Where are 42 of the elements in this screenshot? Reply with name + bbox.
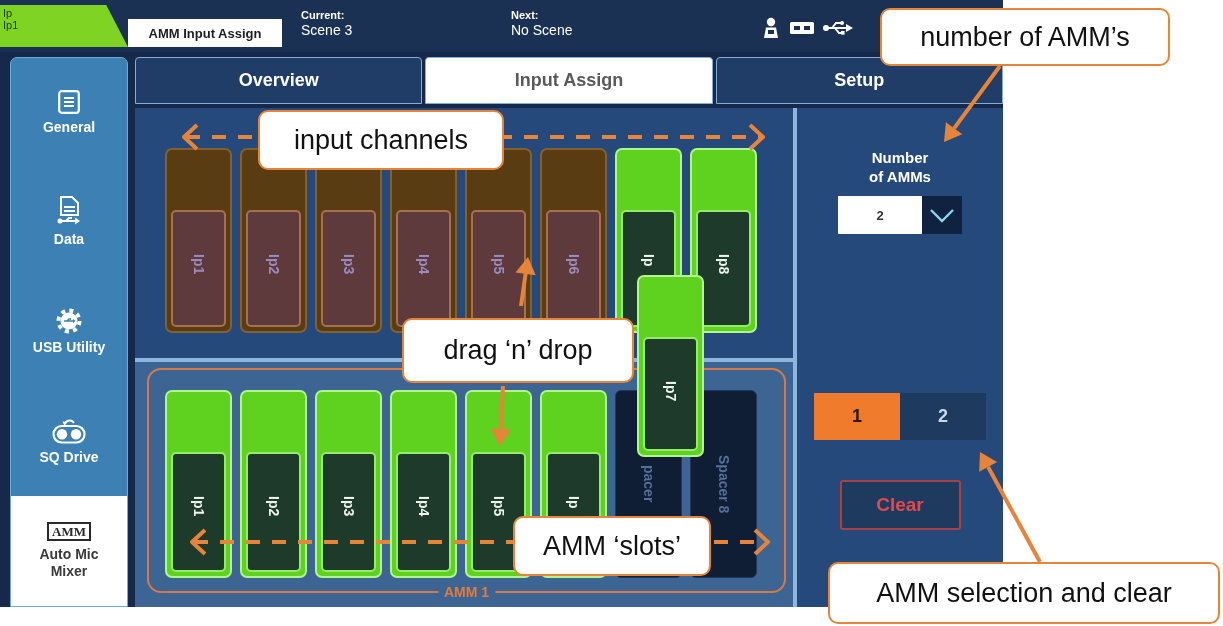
tab[interactable]: Overview (135, 57, 423, 104)
dropdown-button[interactable] (922, 196, 962, 234)
amm-logo: AMM (47, 522, 91, 542)
drives-icon (52, 417, 86, 444)
annotation-tooltip: input channels (258, 110, 504, 170)
channel-type-text: Ip (3, 7, 14, 19)
tab[interactable]: Input Assign (425, 57, 713, 104)
number-select-field[interactable]: 2 (838, 196, 922, 234)
amm-select-button[interactable]: 1 (814, 393, 900, 440)
gear-usb-icon (56, 308, 82, 334)
tape-icon (790, 22, 814, 34)
channel-strip[interactable]: Ip8 (690, 148, 757, 333)
sidebar-item[interactable]: USB Utility (11, 277, 127, 387)
annotation-tooltip: AMM ‘slots’ (513, 516, 711, 576)
annotation-tooltip: AMM selection and clear (828, 562, 1220, 624)
chevron-down-icon (929, 207, 955, 223)
next-label: Next: (511, 9, 539, 22)
screen-title: AMM Input Assign (128, 19, 282, 47)
sidebar-item[interactable]: Data (11, 167, 127, 278)
usb-icon (823, 20, 853, 36)
slot-channel-strip[interactable]: Ip4 (390, 390, 457, 578)
dragged-channel-strip[interactable]: Ip7 (637, 275, 704, 457)
amm-select-button[interactable]: 2 (900, 393, 986, 440)
tab[interactable]: Setup (715, 57, 1003, 104)
number-label: Number of AMMs (868, 148, 932, 186)
document-list-icon (58, 89, 80, 114)
figure-icon (761, 17, 781, 39)
sidebar-item[interactable]: AMM Auto Mic Mixer (11, 496, 127, 606)
annotation-tooltip: drag ‘n’ drop (402, 318, 634, 383)
slot-channel-strip[interactable]: Ip3 (315, 390, 382, 578)
current-scene: Scene 3 (301, 22, 353, 39)
file-usb-icon (57, 196, 81, 227)
annotation-tooltip: number of AMM’s (880, 8, 1170, 66)
leader-arrow (515, 257, 536, 307)
leader-arrow (490, 385, 512, 446)
slot-channel-strip[interactable]: Ip2 (240, 390, 307, 578)
next-scene: No Scene (511, 22, 573, 39)
slot-channel-strip[interactable]: Ip1 (165, 390, 232, 578)
channel-name-text: Ip1 (3, 19, 20, 31)
current-label: Current: (301, 9, 345, 22)
sidebar-item[interactable]: SQ Drive (11, 386, 127, 497)
sidebar-item[interactable]: General (11, 58, 127, 168)
